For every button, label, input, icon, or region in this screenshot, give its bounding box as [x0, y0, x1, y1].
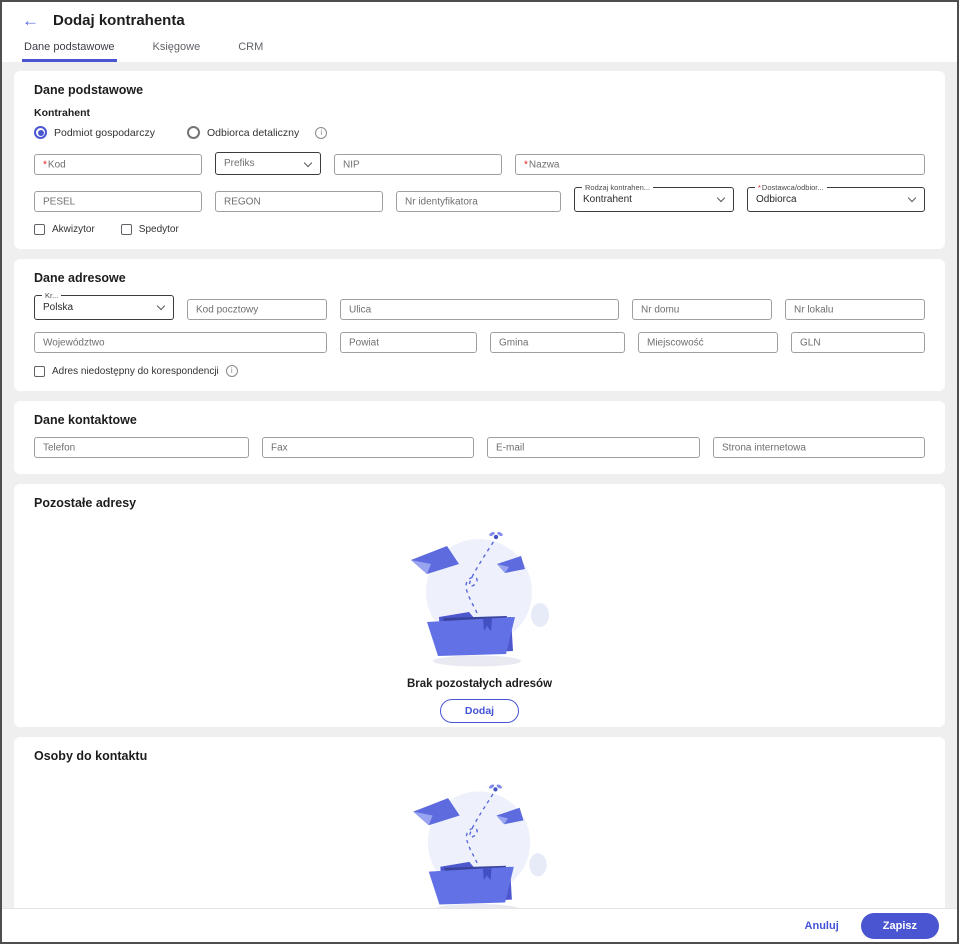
pesel-input[interactable] — [35, 193, 201, 212]
nr-lokalu-field[interactable]: Nr lokalu — [785, 299, 925, 320]
checkbox-icon — [34, 224, 45, 235]
fax-field[interactable]: Fax — [262, 437, 474, 458]
nazwa-field[interactable]: *Nazwa — [515, 154, 925, 175]
info-icon[interactable]: i — [225, 365, 238, 377]
nip-field[interactable]: NIP — [334, 154, 502, 175]
telefon-input[interactable] — [35, 439, 248, 458]
zapisz-button[interactable]: Zapisz — [860, 912, 939, 939]
pesel-field[interactable]: PESEL — [34, 191, 202, 212]
section-title: Dane adresowe — [34, 271, 126, 285]
checkbox-icon — [34, 365, 45, 377]
tab-ksiegowe[interactable]: Księgowe — [151, 37, 203, 62]
kontrahent-label: Kontrahent — [34, 107, 90, 119]
ulica-field[interactable]: Ulica — [340, 299, 619, 320]
fax-input[interactable] — [263, 439, 473, 458]
empty-message: Brak pozostałych adresów — [406, 678, 553, 690]
chevron-down-icon — [716, 193, 726, 203]
regon-input[interactable] — [216, 193, 382, 212]
email-field[interactable]: E-mail — [487, 437, 700, 458]
dodaj-adres-button[interactable]: Dodaj — [439, 699, 520, 723]
kod-input[interactable] — [35, 156, 201, 175]
nr-lokalu-input[interactable] — [786, 301, 924, 320]
ulica-input[interactable] — [341, 301, 618, 320]
tab-dane-podstawowe[interactable]: Dane podstawowe — [22, 37, 117, 62]
select-label: Rodzaj kontrahen... — [582, 183, 654, 192]
checkbox-adres-niedostepny[interactable]: Adres niedostępny do korespondencji — [34, 365, 219, 377]
chevron-down-icon — [303, 158, 313, 168]
radio-icon — [34, 126, 47, 139]
regon-field[interactable]: REGON — [215, 191, 383, 212]
powiat-field[interactable]: Powiat — [340, 332, 477, 353]
anuluj-button[interactable]: Anuluj — [805, 920, 839, 932]
strona-internetowa-input[interactable] — [714, 439, 924, 458]
page-title: Dodaj kontrahenta — [53, 12, 185, 29]
kod-pocztowy-field[interactable]: Kod pocztowy — [187, 299, 327, 320]
select-label: *Dostawca/odbior... — [755, 183, 827, 192]
section-title: Osoby do kontaktu — [34, 749, 148, 763]
section-dane-podstawowe: Dane podstawowe Kontrahent Podmiot gospo… — [14, 71, 945, 249]
checkbox-label: Adres niedostępny do korespondencji — [52, 365, 219, 377]
nr-domu-field[interactable]: Nr domu — [632, 299, 772, 320]
footer-action-bar: Anuluj Zapisz — [2, 908, 957, 942]
email-input[interactable] — [488, 439, 699, 458]
section-dane-kontaktowe: Dane kontaktowe Telefon Fax E-mail Stron… — [14, 401, 945, 474]
radio-odbiorca-detaliczny[interactable]: Odbiorca detaliczny — [186, 126, 300, 139]
radio-podmiot-gospodarczy[interactable]: Podmiot gospodarczy — [34, 126, 155, 139]
miejscowosc-field[interactable]: Miejscowość — [638, 332, 778, 353]
prefiks-value: Prefiks — [224, 158, 255, 169]
checkbox-label: Spedytor — [138, 224, 179, 235]
strona-internetowa-field[interactable]: Strona internetowa — [713, 437, 925, 458]
app-window: ← Dodaj kontrahenta Dane podstawowe Księ… — [0, 0, 959, 944]
rodzaj-kontrahenta-value: Kontrahent — [583, 194, 632, 205]
wojewodztwo-field[interactable]: Województwo — [34, 332, 327, 353]
radio-label: Podmiot gospodarczy — [54, 126, 155, 139]
back-arrow-icon[interactable]: ← — [22, 12, 39, 29]
nr-domu-input[interactable] — [633, 301, 771, 320]
checkbox-label: Akwizytor — [52, 224, 95, 235]
kod-field[interactable]: *Kod — [34, 154, 202, 175]
powiat-input[interactable] — [341, 334, 476, 353]
gln-field[interactable]: GLN — [791, 332, 925, 353]
gln-input[interactable] — [792, 334, 924, 353]
gmina-field[interactable]: Gmina — [490, 332, 625, 353]
nip-input[interactable] — [335, 156, 501, 175]
tab-bar: Dane podstawowe Księgowe CRM — [2, 35, 957, 62]
info-icon[interactable]: i — [315, 126, 328, 139]
nr-identyfikatora-input[interactable] — [397, 193, 560, 212]
prefiks-select[interactable]: Prefiks — [215, 152, 321, 175]
chevron-down-icon — [907, 193, 917, 203]
radio-label: Odbiorca detaliczny — [206, 126, 300, 139]
dostawca-odbiorca-value: Odbiorca — [756, 194, 797, 205]
section-title: Dane podstawowe — [34, 83, 144, 97]
empty-folder-illustration — [410, 530, 550, 668]
kraj-value: Polska — [43, 302, 74, 313]
wojewodztwo-input[interactable] — [35, 334, 326, 353]
kod-pocztowy-input[interactable] — [188, 301, 326, 320]
rodzaj-kontrahenta-select[interactable]: Rodzaj kontrahen... Kontrahent — [574, 183, 734, 212]
section-dane-adresowe: Dane adresowe Kr... Polska Kod pocztowy … — [14, 259, 945, 391]
section-title: Dane kontaktowe — [34, 413, 137, 427]
select-label: Kr... — [42, 291, 62, 300]
nr-identyfikatora-field[interactable]: Nr identyfikatora — [396, 191, 561, 212]
section-title: Pozostałe adresy — [34, 496, 137, 510]
chevron-down-icon — [156, 301, 166, 311]
checkbox-akwizytor[interactable]: Akwizytor — [34, 224, 95, 235]
telefon-field[interactable]: Telefon — [34, 437, 249, 458]
checkbox-icon — [120, 224, 132, 235]
nazwa-input[interactable] — [516, 156, 924, 175]
section-pozostale-adresy: Pozostałe adresy Brak pozostałych adresó… — [14, 484, 945, 727]
dostawca-odbiorca-select[interactable]: *Dostawca/odbior... Odbiorca — [747, 183, 925, 212]
radio-icon — [186, 126, 200, 139]
miejscowosc-input[interactable] — [639, 334, 777, 353]
kraj-select[interactable]: Kr... Polska — [34, 291, 174, 320]
top-header: ← Dodaj kontrahenta Dane podstawowe Księ… — [2, 2, 957, 62]
gmina-input[interactable] — [491, 334, 624, 353]
tab-crm[interactable]: CRM — [236, 37, 265, 62]
checkbox-spedytor[interactable]: Spedytor — [120, 224, 179, 235]
empty-folder-illustration — [412, 783, 548, 916]
